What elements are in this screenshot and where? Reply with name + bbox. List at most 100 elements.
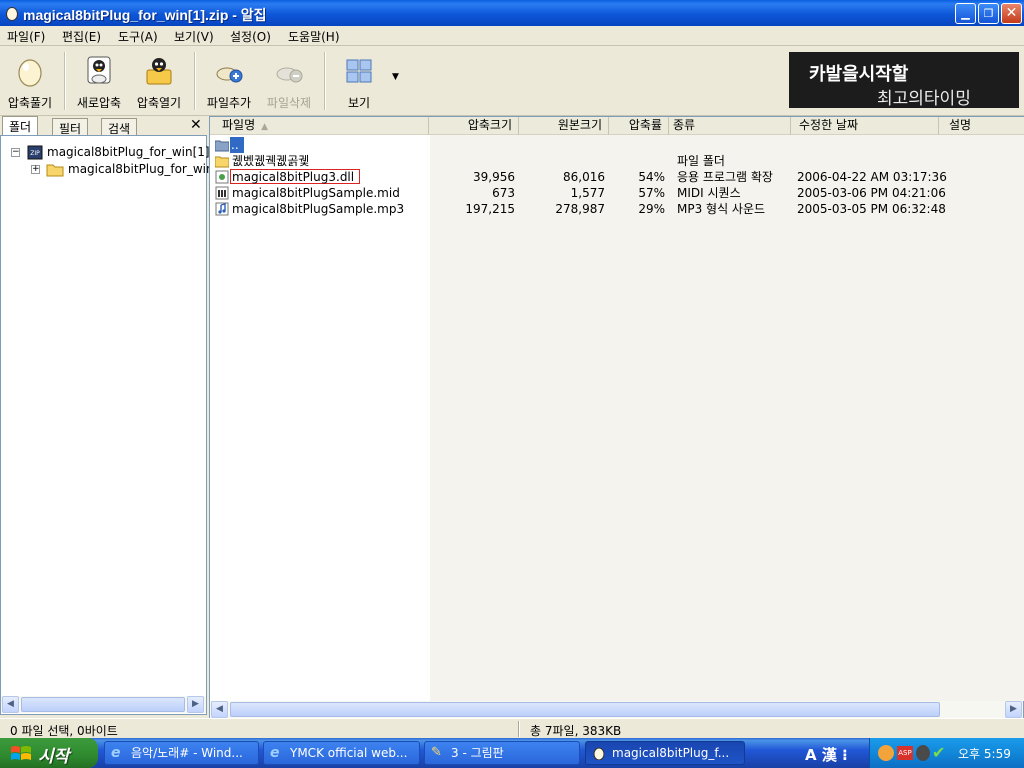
file-type: 응용 프로그램 확장 (677, 170, 773, 184)
menu-tools[interactable]: 도구(A) (118, 28, 158, 45)
scroll-left-icon[interactable]: ◀ (211, 701, 228, 718)
tray-check-icon[interactable]: ✔ (932, 743, 945, 762)
tree-archive-label: magical8bitPlug_for_win[1]. (47, 145, 214, 159)
paint-icon: ✎ (431, 745, 442, 760)
col-header-packed[interactable]: 압축크기 (429, 117, 519, 135)
col-header-size[interactable]: 원본크기 (519, 117, 609, 135)
tray-app-icon[interactable] (878, 745, 894, 761)
banner-line-1: 카발을시작할 (809, 64, 909, 85)
expand-icon[interactable]: + (31, 165, 40, 174)
restore-button[interactable]: ❐ (978, 3, 999, 24)
col-header-type[interactable]: 종류 (669, 117, 791, 135)
toolbar-separator (64, 52, 66, 110)
col-header-date[interactable]: 수정한 날짜 (791, 117, 939, 135)
menu-settings[interactable]: 설정(O) (230, 28, 271, 45)
toolbar-separator (324, 52, 326, 110)
penguin-folder-icon (146, 58, 172, 85)
dll-file-icon (215, 170, 229, 184)
col-header-name[interactable]: 파일명 ▲ (210, 117, 429, 135)
file-row-mp3[interactable]: magical8bitPlugSample.mp3 197,215 278,98… (210, 201, 1024, 217)
file-list-horizontal-scrollbar[interactable]: ◀ ▶ (210, 701, 1023, 718)
penguin-icon (87, 56, 111, 84)
file-date: 2005-03-06 PM 04:21:06 (797, 186, 946, 200)
sort-ascending-icon: ▲ (261, 122, 269, 132)
task-label: 음악/노래# - Wind... (131, 746, 243, 760)
file-date: 2005-03-05 PM 06:32:48 (797, 202, 946, 216)
file-name: magical8bitPlug3.dll (232, 170, 355, 184)
task-music-explorer[interactable]: e 음악/노래# - Wind... (104, 741, 259, 765)
file-ratio: 57% (638, 186, 665, 200)
left-pane-tabs: 폴더 필터 검색 ✕ (0, 116, 207, 136)
delete-file-icon (276, 67, 303, 83)
scroll-right-icon[interactable]: ▶ (1005, 701, 1022, 718)
pane-close-icon[interactable]: ✕ (190, 117, 202, 133)
file-row-mid[interactable]: magical8bitPlugSample.mid 673 1,577 57% … (210, 185, 1024, 201)
view-label: 보기 (347, 96, 371, 110)
menu-view[interactable]: 보기(V) (174, 28, 214, 45)
folder-icon (215, 156, 229, 168)
scroll-thumb[interactable] (230, 702, 940, 717)
file-list: 파일명 ▲ 압축크기 원본크기 압축률 종류 수정한 날짜 설명 .. 궶벴궶궥궶… (209, 116, 1024, 718)
toolbar: 압축풀기 새로압축 압축열기 파일추가 파일삭제 보기 ▼ 카발을시작할 최고의… (0, 46, 1024, 116)
svg-text:ZIP: ZIP (30, 150, 40, 157)
file-packed-size: 197,215 (465, 202, 515, 216)
alzip-egg-icon (593, 747, 605, 760)
close-button[interactable]: ✕ (1001, 3, 1022, 24)
start-label: 시작 (38, 747, 70, 767)
start-button[interactable]: 시작 (0, 738, 98, 768)
clock: 오후 5:59 (958, 747, 1011, 761)
file-row-folder[interactable]: 궶벴궶궥궶곩궻 파일 폴더 (210, 153, 1024, 169)
folder-icon (46, 164, 64, 177)
delete-file-button[interactable]: 파일삭제 (260, 50, 318, 112)
advertisement-banner[interactable]: 카발을시작할 최고의타이밍 (789, 52, 1019, 108)
egg-icon (18, 59, 42, 87)
view-button[interactable]: 보기 (330, 50, 388, 112)
tray-app-icon[interactable] (916, 745, 930, 761)
tray-app-icon[interactable]: ASP (897, 746, 913, 760)
status-separator (518, 721, 520, 737)
folder-tree-horizontal-scrollbar[interactable]: ◀ ▶ (1, 696, 206, 713)
toolbar-separator (194, 52, 196, 110)
new-archive-button[interactable]: 새로압축 (70, 50, 128, 112)
ie-icon: e (111, 745, 121, 761)
tab-filter[interactable]: 필터 (52, 118, 89, 136)
tab-folder[interactable]: 폴더 (2, 116, 39, 136)
new-archive-label: 새로압축 (76, 96, 122, 110)
col-header-description[interactable]: 설명 (939, 117, 1024, 135)
banner-line-2: 최고의타이밍 (877, 89, 971, 108)
scroll-right-icon[interactable]: ▶ (187, 696, 204, 713)
task-alzip[interactable]: magical8bitPlug_f... (585, 741, 745, 765)
file-original-size: 1,577 (570, 186, 605, 200)
add-file-button[interactable]: 파일추가 (200, 50, 258, 112)
col-name-label: 파일명 (222, 118, 256, 132)
title-bar[interactable]: magical8bitPlug_for_win[1].zip - 알집 ▁ ❐ … (0, 0, 1024, 26)
tab-search[interactable]: 검색 (101, 118, 138, 136)
file-date: 2006-04-22 AM 03:17:36 (797, 170, 947, 184)
task-label: magical8bitPlug_f... (612, 746, 730, 760)
file-name: magical8bitPlugSample.mid (232, 186, 400, 200)
file-ratio: 29% (638, 202, 665, 216)
task-paint[interactable]: ✎ 3 - 그림판 (424, 741, 580, 765)
file-row-dll[interactable]: magical8bitPlug3.dll 39,956 86,016 54% 응… (210, 169, 1024, 185)
menu-file[interactable]: 파일(F) (7, 28, 45, 45)
file-ratio: 54% (638, 170, 665, 184)
menu-help[interactable]: 도움말(H) (288, 28, 340, 45)
menu-edit[interactable]: 편집(E) (62, 28, 101, 45)
file-row-parent[interactable]: .. (210, 137, 1024, 153)
collapse-icon[interactable]: − (11, 148, 20, 157)
column-header-row: 파일명 ▲ 압축크기 원본크기 압축률 종류 수정한 날짜 설명 (210, 117, 1024, 135)
task-ymck-web[interactable]: e YMCK official web... (263, 741, 420, 765)
file-original-size: 278,987 (555, 202, 605, 216)
minimize-button[interactable]: ▁ (955, 3, 976, 24)
zip-archive-icon: ZIP (27, 145, 43, 160)
view-dropdown-arrow-icon[interactable]: ▼ (392, 72, 399, 82)
scroll-left-icon[interactable]: ◀ (2, 696, 19, 713)
taskbar: 시작 e 음악/노래# - Wind... e YMCK official we… (0, 738, 1024, 768)
language-bar[interactable]: A 漢 ⁝ (805, 744, 848, 765)
file-packed-size: 673 (492, 186, 515, 200)
open-archive-button[interactable]: 압축열기 (130, 50, 188, 112)
extract-button[interactable]: 압축풀기 (1, 50, 59, 112)
alzip-egg-icon (6, 7, 18, 21)
col-header-ratio[interactable]: 압축률 (609, 117, 669, 135)
scroll-thumb[interactable] (21, 697, 185, 712)
